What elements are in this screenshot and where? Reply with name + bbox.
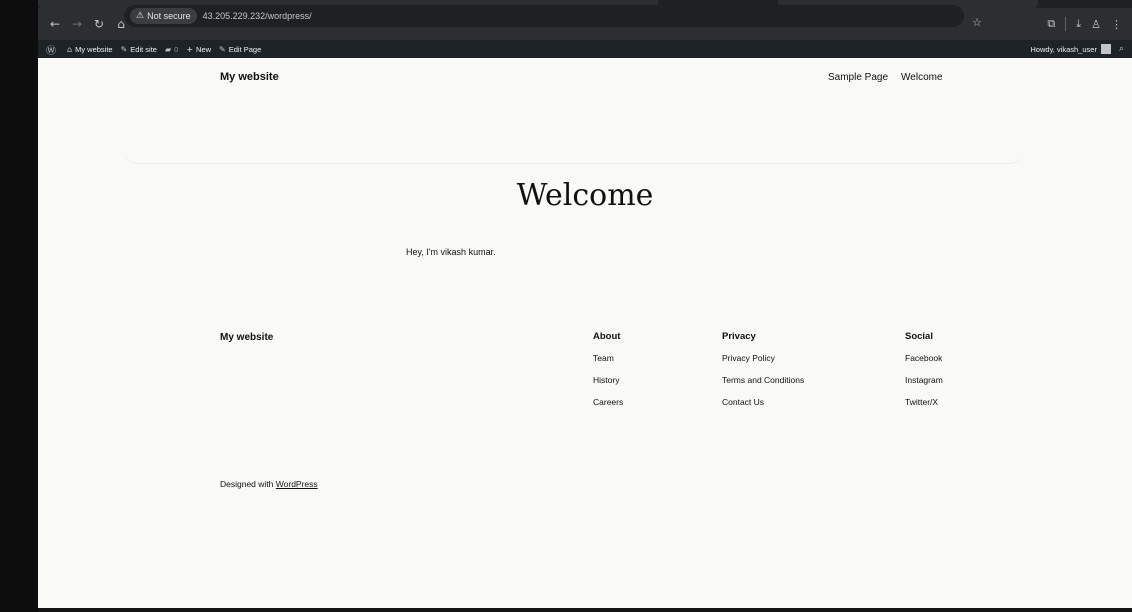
forward-icon[interactable]: → [68,15,86,33]
page-content: My website Sample Page Welcome Welcome H… [38,58,1132,612]
footer-heading: Social [905,331,933,342]
footer-link-careers[interactable]: Careers [593,397,623,419]
plus-icon: + [186,44,194,54]
bookmark-star-icon[interactable]: ☆ [972,16,982,29]
profile-icon[interactable]: ♙ [1091,18,1101,31]
nav-item-sample-page[interactable]: Sample Page [828,72,888,83]
back-icon[interactable]: ← [46,15,64,33]
address-bar[interactable]: ⚠ Not secure 43.205.229.232/wordpress/ [124,5,964,27]
pencil-icon: ✎ [219,44,226,54]
howdy-label: Howdy, vikash_user [1030,44,1097,54]
edit-site-label: Edit site [130,44,157,54]
security-chip[interactable]: ⚠ Not secure [130,8,197,24]
bottom-edge [38,608,1132,612]
security-label: Not secure [147,11,191,21]
comment-icon: ▰ [164,44,172,54]
toolbar-divider [1065,17,1067,31]
footer-credit: Designed with WordPress [220,479,318,489]
admin-account[interactable]: Howdy, vikash_user ⌕ [1030,40,1124,58]
edit-site-button[interactable]: ✎ Edit site [121,45,157,54]
credit-prefix: Designed with [220,479,276,489]
wordpress-logo-icon[interactable]: Ⓦ [46,42,59,57]
new-button[interactable]: + New [186,45,211,54]
screen: ← → ↻ ⌂ ⚠ Not secure 43.205.229.232/word… [0,0,1132,612]
site-title[interactable]: My website [220,71,279,83]
footer-link-twitter[interactable]: Twitter/X [905,397,943,419]
wp-admin-bar: Ⓦ ⌂ My website ✎ Edit site ▰ 0 + New ✎ E… [38,40,1132,58]
edit-page-label: Edit Page [228,44,262,54]
footer-column-social: Social Facebook Instagram Twitter/X [905,331,943,419]
footer-column-privacy: Privacy Privacy Policy Terms and Conditi… [722,331,804,419]
footer-link-terms[interactable]: Terms and Conditions [722,375,804,397]
wordpress-link[interactable]: WordPress [276,479,318,489]
warning-icon: ⚠ [136,11,145,21]
footer-site-title[interactable]: My website [220,332,273,343]
url-text[interactable]: 43.205.229.232/wordpress/ [203,11,312,21]
extensions-icon[interactable]: ⧉ [1047,17,1055,31]
browser-chrome: ← → ↻ ⌂ ⚠ Not secure 43.205.229.232/word… [38,0,1132,40]
admin-site-name-label: My website [75,44,113,54]
footer-heading: About [593,331,621,342]
footer-link-history[interactable]: History [593,375,623,397]
avatar [1100,44,1111,54]
footer-link-privacy-policy[interactable]: Privacy Policy [722,353,804,375]
footer-column-about: About Team History Careers [593,331,623,419]
footer-heading: Privacy [722,331,756,342]
reload-icon[interactable]: ↻ [90,15,108,33]
download-icon[interactable]: ⤓ [1076,17,1081,31]
footer-link-team[interactable]: Team [593,353,623,375]
new-label: New [196,44,212,54]
comments-button[interactable]: ▰ 0 [165,45,178,54]
admin-site-name[interactable]: ⌂ My website [67,45,113,54]
menu-icon[interactable]: ⋮ [1111,18,1122,31]
page-title: Welcome [516,178,654,213]
browser-actions: ⧉ ⤓ ♙ ⋮ [992,8,1132,40]
dashboard-icon: ⌂ [67,44,73,54]
brush-icon: ✎ [120,44,128,54]
primary-nav: Sample Page Welcome [828,72,943,83]
footer-link-contact[interactable]: Contact Us [722,397,804,419]
nav-item-welcome[interactable]: Welcome [901,72,943,83]
left-edge [0,0,38,612]
intro-paragraph: Hey, I'm vikash kumar. [406,247,496,257]
comments-count: 0 [174,44,179,54]
footer-link-facebook[interactable]: Facebook [905,353,943,375]
edit-page-button[interactable]: ✎ Edit Page [219,45,261,54]
search-icon[interactable]: ⌕ [1119,44,1124,54]
footer-link-instagram[interactable]: Instagram [905,375,943,397]
